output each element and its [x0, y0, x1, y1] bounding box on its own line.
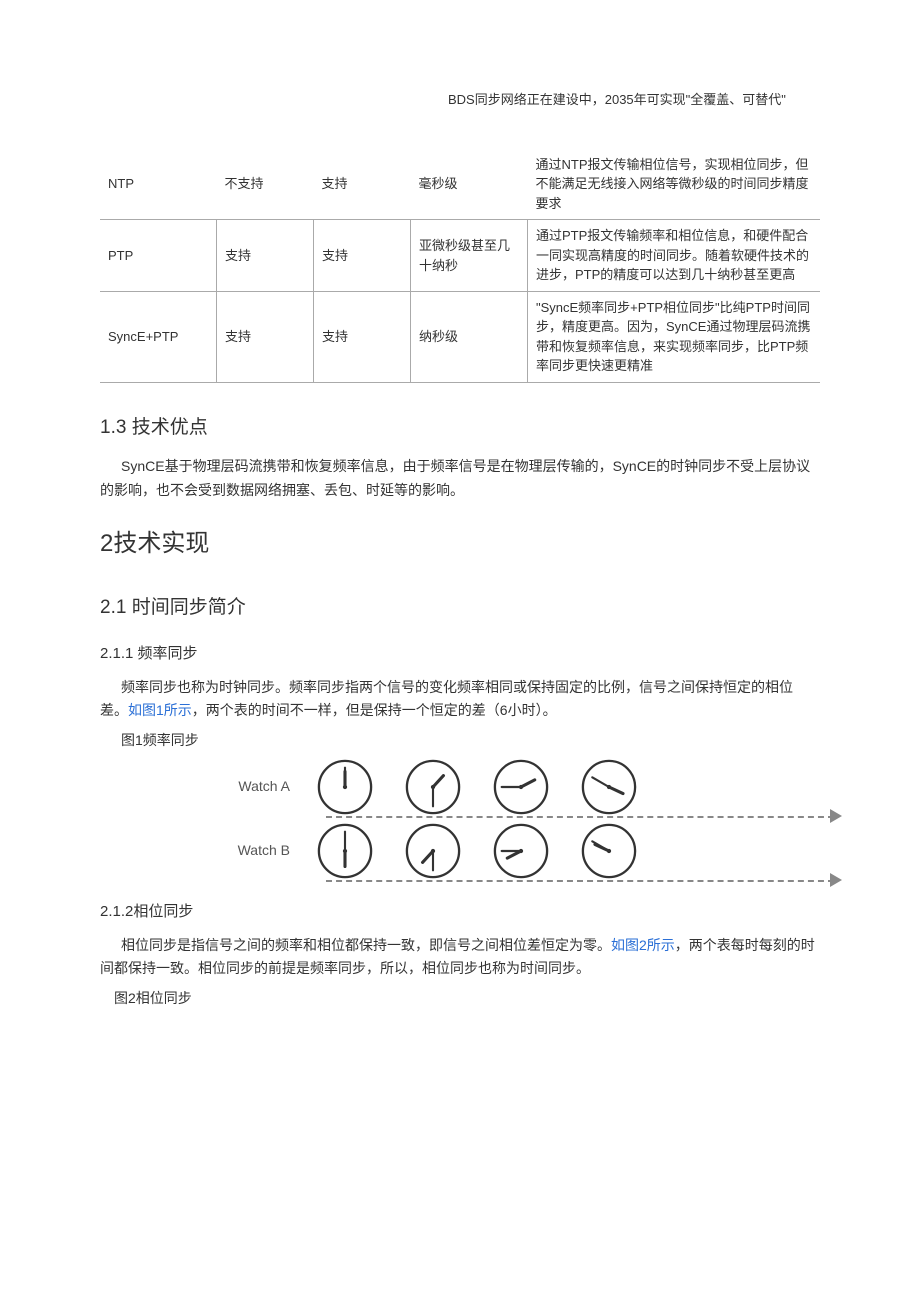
clock-icon: [404, 822, 462, 880]
figure-link[interactable]: 如图2所示: [611, 937, 675, 953]
heading-2-1-1: 2.1.1 频率同步: [100, 642, 820, 666]
clock-icon: [580, 758, 638, 816]
comparison-table: NTP 不支持 支持 毫秒级 通过NTP报文传输相位信号，实现相位同步，但不能满…: [100, 149, 820, 383]
cell-desc: 通过PTP报文传输频率和相位信息，和硬件配合一同实现高精度的时间同步。随着软硬件…: [528, 220, 821, 292]
heading-2: 2技术实现: [100, 525, 820, 563]
cell: 支持: [314, 149, 411, 220]
heading-1-3: 1.3 技术优点: [100, 413, 820, 443]
clock-icon: [316, 758, 374, 816]
figure-link[interactable]: 如图1所示: [128, 702, 192, 718]
figure-2-caption: 图2相位同步: [114, 987, 820, 1009]
cell-desc: 通过NTP报文传输相位信号，实现相位同步，但不能满足无线接入网络等微秒级的时间同…: [528, 149, 821, 220]
cell: 不支持: [217, 149, 314, 220]
clock-icon: [492, 758, 550, 816]
cell: 支持: [314, 291, 411, 382]
cell: 支持: [314, 220, 411, 292]
text: 相位同步是指信号之间的频率和相位都保持一致，即信号之间相位差恒定为零。: [121, 937, 611, 953]
text: ，两个表的时间不一样，但是保持一个恒定的差（6小时）。: [192, 702, 557, 718]
dashed-arrow-line: [326, 816, 834, 818]
cell: 亚微秒级甚至几十纳秒: [411, 220, 528, 292]
heading-2-1: 2.1 时间同步简介: [100, 593, 820, 623]
cell-name: PTP: [100, 220, 217, 292]
table-row: SyncE+PTP 支持 支持 纳秒级 "SyncE频率同步+PTP相位同步"比…: [100, 291, 820, 382]
watch-a-label: Watch A: [220, 775, 290, 797]
para-2-1-1: 频率同步也称为时钟同步。频率同步指两个信号的变化频率相同或保持固定的比例，信号之…: [100, 676, 820, 724]
table-row: NTP 不支持 支持 毫秒级 通过NTP报文传输相位信号，实现相位同步，但不能满…: [100, 149, 820, 220]
para-2-1-2: 相位同步是指信号之间的频率和相位都保持一致，即信号之间相位差恒定为零。如图2所示…: [100, 934, 820, 982]
cell-desc: "SyncE频率同步+PTP相位同步"比纯PTP时间同步，精度更高。因为，Syn…: [528, 291, 821, 382]
clocks-row-b: [316, 822, 638, 880]
heading-2-1-2: 2.1.2相位同步: [100, 900, 820, 924]
arrowhead-icon: [830, 809, 842, 823]
clock-icon: [404, 758, 462, 816]
cell: 纳秒级: [411, 291, 528, 382]
arrowhead-icon: [830, 873, 842, 887]
clock-icon: [580, 822, 638, 880]
para-1-3: SynCE基于物理层码流携带和恢复频率信息，由于频率信号是在物理层传输的，Syn…: [100, 455, 820, 503]
cell: 支持: [217, 291, 314, 382]
clock-icon: [316, 822, 374, 880]
top-note: BDS同步网络正在建设中，2035年可实现"全覆盖、可替代": [448, 90, 820, 111]
watch-b-label: Watch B: [220, 839, 290, 861]
clock-icon: [492, 822, 550, 880]
clocks-row-a: [316, 758, 638, 816]
cell: 支持: [217, 220, 314, 292]
cell: 毫秒级: [411, 149, 528, 220]
dashed-arrow-line: [326, 880, 834, 882]
figure-1: Watch A Watch B: [220, 758, 820, 880]
cell-name: SyncE+PTP: [100, 291, 217, 382]
table-row: PTP 支持 支持 亚微秒级甚至几十纳秒 通过PTP报文传输频率和相位信息，和硬…: [100, 220, 820, 292]
cell-name: NTP: [100, 149, 217, 220]
figure-1-caption: 图1频率同步: [100, 729, 820, 751]
